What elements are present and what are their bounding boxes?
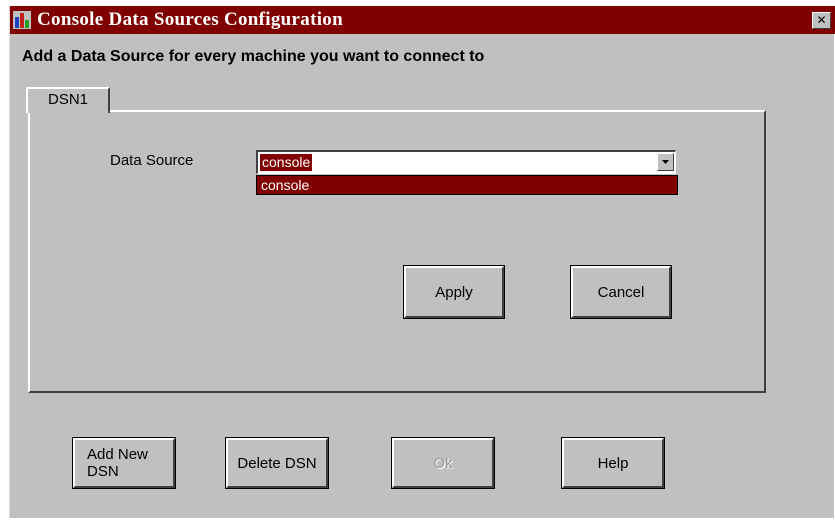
data-source-label: Data Source xyxy=(110,152,194,169)
delete-dsn-button[interactable]: Delete DSN xyxy=(225,437,329,489)
dialog-window: Console Data Sources Configuration ✕ Add… xyxy=(9,6,835,518)
dropdown-option-console[interactable]: console xyxy=(261,177,309,193)
title-bar[interactable]: Console Data Sources Configuration ✕ xyxy=(10,6,835,34)
window-title: Console Data Sources Configuration xyxy=(37,9,343,30)
apply-button[interactable]: Apply xyxy=(403,265,505,319)
data-source-value[interactable]: console xyxy=(260,154,313,171)
tab-dsn1[interactable]: DSN1 xyxy=(26,87,110,113)
dropdown-button[interactable] xyxy=(657,153,674,171)
ok-button[interactable]: Ok xyxy=(391,437,495,489)
add-new-dsn-button[interactable]: Add New DSN xyxy=(72,437,176,489)
bar-chart-icon xyxy=(13,11,31,29)
data-source-combobox[interactable]: console xyxy=(256,150,676,174)
help-button[interactable]: Help xyxy=(561,437,665,489)
close-icon[interactable]: ✕ xyxy=(812,12,831,29)
tab-panel: Data Source console console Apply Cancel xyxy=(28,110,766,393)
chevron-down-icon xyxy=(662,160,669,164)
instruction-text: Add a Data Source for every machine you … xyxy=(22,48,485,65)
data-source-dropdown-list[interactable]: console xyxy=(256,175,678,195)
cancel-button[interactable]: Cancel xyxy=(570,265,672,319)
